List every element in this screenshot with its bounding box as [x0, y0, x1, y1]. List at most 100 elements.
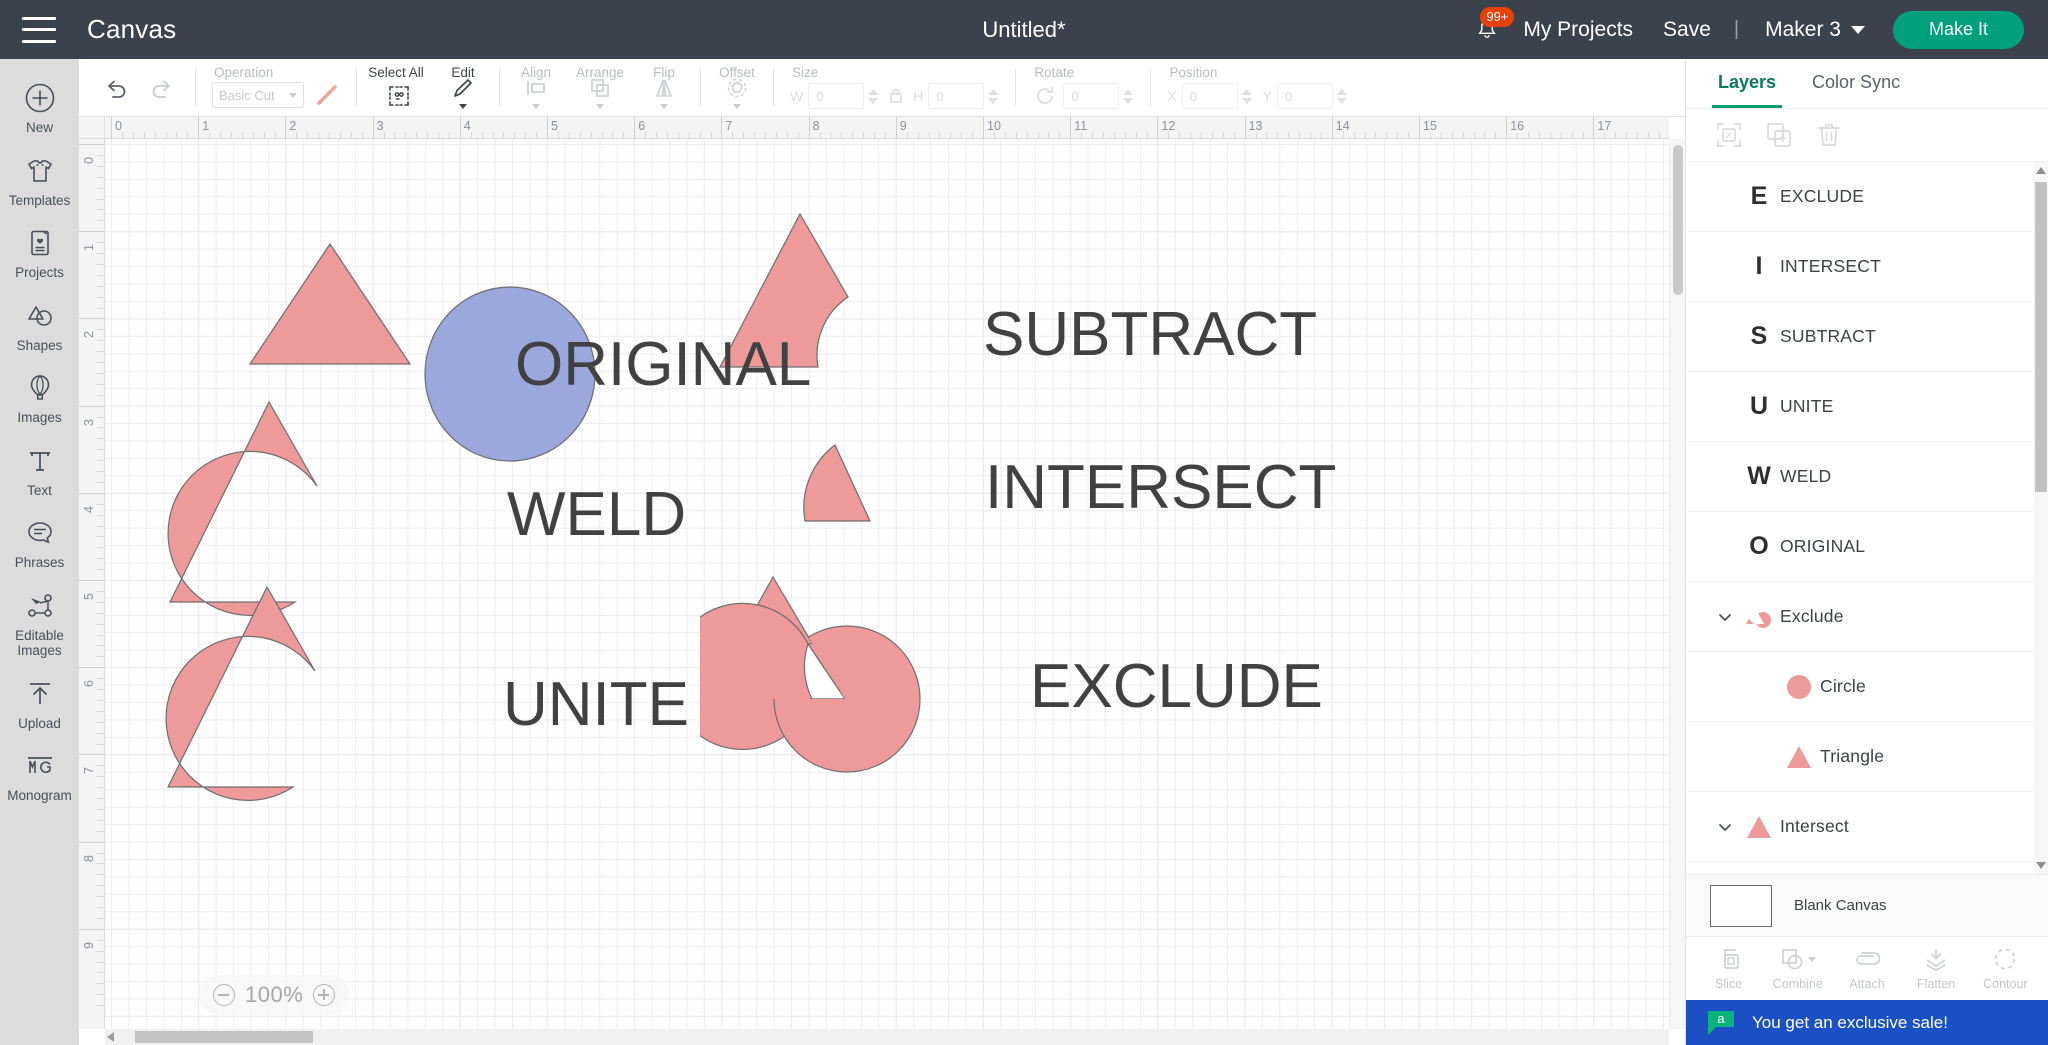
attach-icon	[1853, 946, 1881, 972]
canvas-label-unite[interactable]: UNITE	[503, 669, 689, 740]
undo-arrow-icon[interactable]	[101, 73, 131, 103]
tab-color-sync[interactable]: Color Sync	[1806, 59, 1906, 108]
canvas-color-swatch[interactable]	[1710, 884, 1772, 927]
canvas-grid[interactable]: ORIGINAL SUBTRACT WELD INTERSECT UNITE E…	[105, 139, 1669, 1029]
sidebar-item-shapes[interactable]: Shapes	[0, 289, 79, 362]
ruler-minor-tick	[1015, 132, 1017, 138]
ruler-minor-tick	[993, 132, 995, 138]
blank-canvas-row[interactable]: Blank Canvas	[1686, 874, 2048, 936]
ruler-minor-tick	[97, 176, 104, 178]
promo-banner[interactable]: a You get an exclusive sale!	[1686, 1000, 2048, 1045]
lock-icon[interactable]	[885, 83, 907, 109]
sidebar-item-text[interactable]: Text	[0, 434, 79, 507]
ruler-minor-tick	[318, 132, 320, 138]
sidebar-item-new[interactable]: New	[0, 71, 79, 144]
layers-list[interactable]: E EXCLUDE I INTERSECT S SUBTRACT U UNITE W WELD O O…	[1686, 162, 2048, 874]
scroll-down-arrow-icon[interactable]	[2036, 862, 2046, 869]
slice-button[interactable]: Slice	[1701, 946, 1757, 991]
scroll-thumb[interactable]	[2035, 182, 2047, 492]
sidebar-item-images[interactable]: Images	[0, 361, 79, 434]
rotate-icon[interactable]	[1032, 83, 1058, 109]
arrange-button[interactable]	[580, 75, 620, 116]
size-h-input[interactable]: 0	[928, 83, 985, 109]
ruler-minor-tick	[121, 132, 123, 138]
layer-row[interactable]: U UNITE	[1686, 372, 2034, 442]
scroll-left-arrow-icon[interactable]	[107, 1032, 114, 1042]
pos-x-input[interactable]: 0	[1181, 83, 1238, 109]
canvas-label-weld[interactable]: WELD	[507, 479, 686, 550]
plus-circle-icon[interactable]	[313, 984, 336, 1006]
ruler-minor-tick	[601, 132, 603, 138]
my-projects-link[interactable]: My Projects	[1508, 18, 1648, 42]
shape-intersect-result[interactable]	[800, 439, 890, 549]
sidebar-item-phrases[interactable]: Phrases	[0, 506, 79, 579]
layer-row[interactable]: Exclude	[1686, 582, 2034, 652]
sidebar-item-upload[interactable]: Upload	[0, 667, 79, 740]
operation-select[interactable]: Basic Cut	[212, 82, 304, 108]
canvas-horizontal-scrollbar[interactable]	[105, 1029, 1669, 1045]
layer-row[interactable]: W WELD	[1686, 442, 2034, 512]
design-canvas-area[interactable]: 0 1 2 3 4 5 6 7 8 9 10 11 12 13 14 15 16 17 0123456789	[79, 117, 1685, 1045]
ruler-minor-tick	[514, 132, 516, 138]
layer-row[interactable]: E EXCLUDE	[1686, 162, 2034, 232]
minus-circle-icon[interactable]	[213, 984, 235, 1006]
layer-row[interactable]: Circle	[1686, 652, 2034, 722]
group-select-icon[interactable]	[1714, 120, 1744, 150]
tab-layers[interactable]: Layers	[1712, 59, 1783, 108]
select-all-button[interactable]	[379, 83, 419, 116]
line-color-swatch-icon[interactable]	[314, 82, 340, 108]
scroll-thumb[interactable]	[1673, 145, 1683, 295]
sidebar-item-projects[interactable]: Projects	[0, 216, 79, 289]
rotate-stepper[interactable]	[1122, 88, 1134, 104]
scroll-thumb[interactable]	[135, 1031, 313, 1043]
sidebar-item-editable-images[interactable]: Editable Images	[0, 579, 79, 667]
notifications-button[interactable]: 99+	[1466, 6, 1515, 51]
layer-row[interactable]: I INTERSECT	[1686, 232, 2034, 302]
offset-button[interactable]	[717, 75, 757, 116]
scroll-up-arrow-icon[interactable]	[2036, 167, 2046, 174]
ruler-minor-tick	[1582, 132, 1584, 138]
redo-arrow-icon[interactable]	[147, 73, 177, 103]
shape-unite-result[interactable]	[163, 579, 498, 849]
shape-exclude-result[interactable]	[700, 569, 990, 819]
layer-row[interactable]: Intersect	[1686, 792, 2034, 862]
layer-row[interactable]: O ORIGINAL	[1686, 512, 2034, 582]
sidebar-item-monogram[interactable]: Monogram	[0, 739, 79, 812]
pos-x-stepper[interactable]	[1241, 88, 1253, 104]
rotate-input[interactable]: 0	[1063, 83, 1120, 109]
layer-row[interactable]: S SUBTRACT	[1686, 302, 2034, 372]
canvas-label-original[interactable]: ORIGINAL	[515, 329, 811, 400]
align-button[interactable]	[516, 75, 556, 116]
ruler-minor-tick	[1484, 132, 1486, 138]
ruler-minor-tick	[1560, 132, 1562, 138]
flatten-button[interactable]: Flatten	[1908, 946, 1964, 991]
canvas-label-intersect[interactable]: INTERSECT	[985, 452, 1336, 523]
size-w-input[interactable]: 0	[808, 83, 865, 109]
machine-selector[interactable]: Maker 3	[1747, 18, 1875, 42]
canvas-label-subtract[interactable]: SUBTRACT	[983, 299, 1317, 370]
contour-button[interactable]: Contour	[1977, 946, 2033, 991]
layers-scroll-region[interactable]: E EXCLUDE I INTERSECT S SUBTRACT U UNITE W WELD O O…	[1686, 162, 2034, 874]
duplicate-icon[interactable]	[1764, 120, 1794, 150]
sidebar-item-templates[interactable]: Templates	[0, 144, 79, 217]
combine-button[interactable]: Combine	[1770, 946, 1826, 991]
ruler-tick-label: 11	[1074, 119, 1088, 133]
size-w-stepper[interactable]	[867, 88, 879, 104]
layer-row[interactable]: Triangle	[1686, 722, 2034, 792]
chevron-down-icon[interactable]	[1712, 609, 1738, 625]
make-it-button[interactable]: Make It	[1892, 10, 2024, 49]
canvas-label-exclude[interactable]: EXCLUDE	[1030, 651, 1323, 722]
flip-button[interactable]	[644, 75, 684, 116]
pos-y-stepper[interactable]	[1336, 88, 1348, 104]
size-h-stepper[interactable]	[987, 88, 999, 104]
attach-button[interactable]: Attach	[1839, 946, 1895, 991]
save-button[interactable]: Save	[1648, 18, 1726, 42]
edit-button[interactable]	[443, 75, 483, 116]
trash-icon[interactable]	[1814, 120, 1844, 150]
hamburger-menu-icon[interactable]	[22, 16, 56, 43]
pos-y-input[interactable]: 0	[1277, 83, 1334, 109]
chevron-down-icon[interactable]	[1712, 819, 1738, 835]
canvas-vertical-scrollbar[interactable]	[1669, 139, 1685, 1029]
layer-letter-icon: U	[1738, 392, 1780, 421]
layers-scrollbar[interactable]	[2034, 162, 2048, 874]
